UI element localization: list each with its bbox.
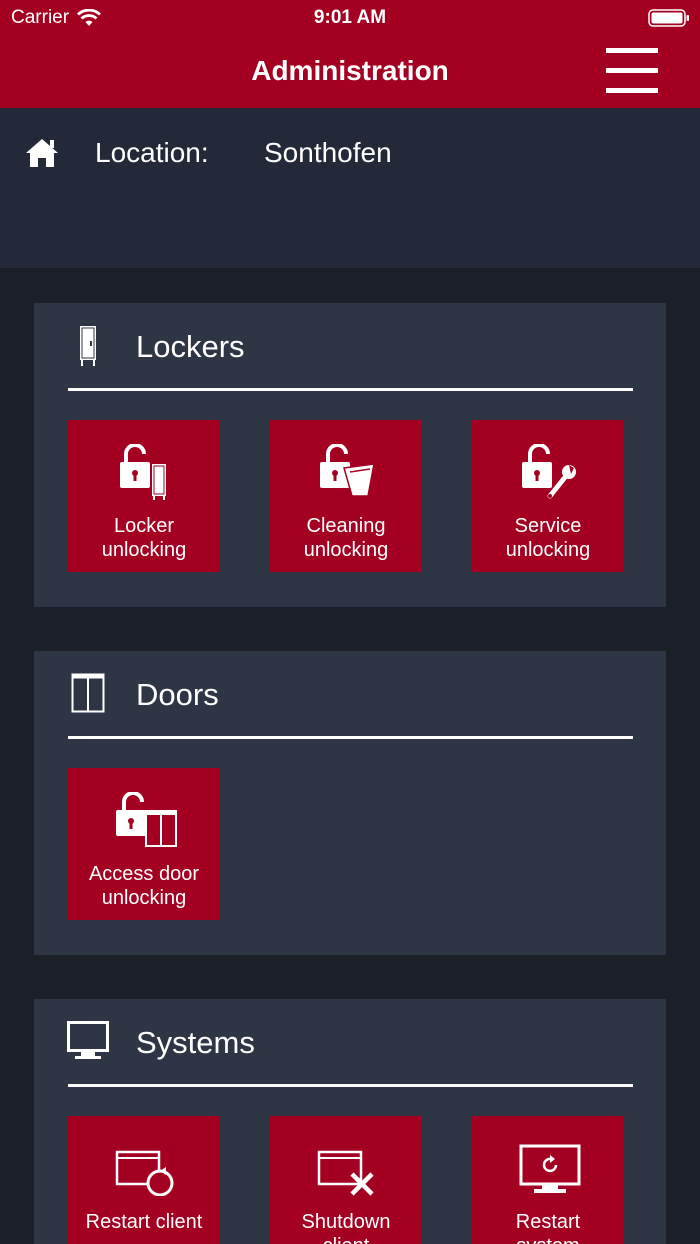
restart-system-button[interactable]: Restart system — [472, 1116, 624, 1244]
service-unlock-icon — [522, 444, 576, 499]
monitor-icon — [67, 1021, 109, 1059]
access-door-unlocking-button[interactable]: Access door unlocking — [68, 768, 220, 920]
location-bar — [0, 108, 700, 268]
systems-title: Systems — [136, 1025, 255, 1060]
tile-label: Locker unlocking — [101, 515, 187, 561]
tile-label: Access door unlocking — [88, 863, 200, 909]
door-icon — [71, 673, 105, 713]
location-value: Sonthofen — [264, 137, 392, 168]
top-bar: Carrier 9:01 AM Administration — [0, 0, 700, 108]
systems-section: Systems Restart client Shutdown client R… — [34, 999, 666, 1244]
restart-system-icon — [519, 1144, 581, 1193]
cleaning-unlocking-button[interactable]: Cleaning unlocking — [270, 420, 422, 572]
service-unlocking-button[interactable]: Service unlocking — [472, 420, 624, 572]
lockers-title: Lockers — [136, 329, 245, 364]
page-title: Administration — [251, 55, 449, 86]
hamburger-menu-icon — [606, 68, 658, 73]
divider — [68, 736, 633, 739]
restart-client-button[interactable]: Restart client — [68, 1116, 220, 1244]
status-time: 9:01 AM — [313, 7, 387, 28]
tile-label: Restart client — [85, 1211, 203, 1233]
divider — [68, 388, 633, 391]
status-bar: Carrier 9:01 AM — [0, 0, 700, 36]
tile-label: Service unlocking — [505, 515, 591, 561]
hamburger-menu-icon — [606, 48, 658, 53]
locker-icon — [80, 326, 96, 366]
tile-label: Restart system — [515, 1211, 581, 1244]
hamburger-menu-icon — [606, 88, 658, 93]
cleaning-unlock-icon — [320, 444, 375, 497]
shutdown-client-icon — [317, 1150, 374, 1196]
lockers-section: Lockers Locker unlocking Cleaning unlock… — [34, 303, 666, 607]
access-door-unlock-icon — [116, 792, 177, 847]
menu-button[interactable] — [600, 44, 664, 96]
home-icon — [26, 139, 58, 167]
location-label: Location: — [95, 137, 209, 168]
divider — [68, 1084, 633, 1087]
restart-client-icon — [115, 1150, 174, 1196]
doors-section: Doors Access door unlocking — [34, 651, 666, 955]
locker-unlock-icon — [120, 444, 166, 500]
shutdown-client-button[interactable]: Shutdown client — [270, 1116, 422, 1244]
doors-title: Doors — [136, 677, 219, 712]
locker-unlocking-button[interactable]: Locker unlocking — [68, 420, 220, 572]
tile-label: Shutdown client — [301, 1211, 391, 1244]
tile-label: Cleaning unlocking — [303, 515, 389, 561]
battery-icon — [648, 9, 689, 27]
